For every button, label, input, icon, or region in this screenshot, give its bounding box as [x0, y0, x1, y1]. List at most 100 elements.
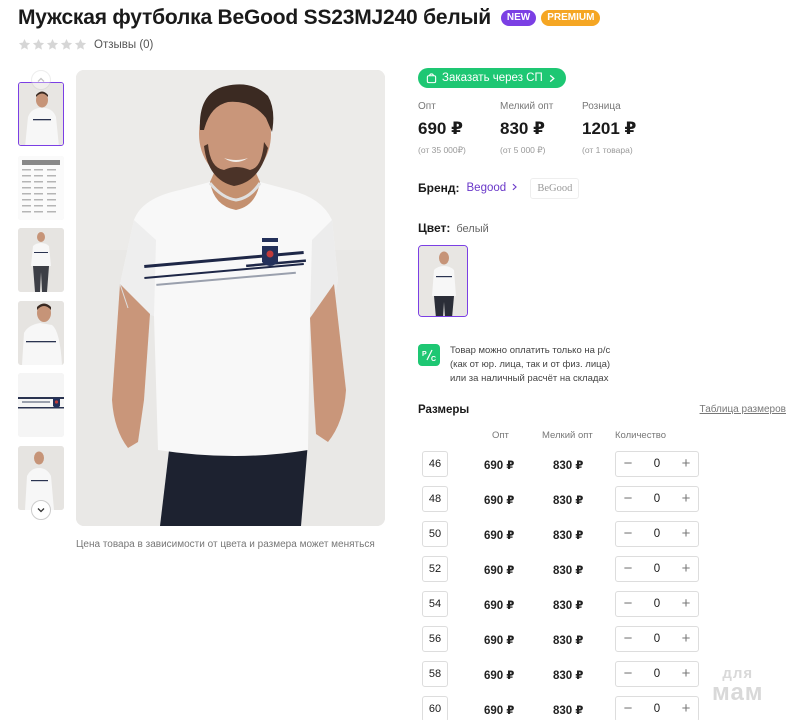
- invoice-payment-icon: РС: [418, 343, 440, 366]
- size-price-small-opt: 830 ₽: [553, 704, 584, 717]
- size-row: 54 690 ₽ 830 ₽ − 0 +: [418, 590, 788, 626]
- quantity-stepper: − 0 +: [615, 485, 699, 512]
- plus-icon[interactable]: +: [680, 631, 692, 646]
- thumbnail-3[interactable]: [18, 228, 64, 292]
- size-chart-thumb: [18, 156, 64, 220]
- watermark-line: мам: [712, 679, 764, 706]
- plus-icon[interactable]: +: [680, 491, 692, 506]
- color-swatch-photo: [419, 245, 467, 316]
- order-sp-button[interactable]: Заказать через СП: [418, 68, 566, 88]
- quantity-value[interactable]: 0: [654, 668, 660, 680]
- plus-icon[interactable]: +: [680, 526, 692, 541]
- size-price-opt: 690 ₽: [484, 529, 515, 542]
- star-icon: [18, 38, 31, 50]
- size-price-small-opt: 830 ₽: [553, 634, 584, 647]
- size-label: 48: [422, 485, 448, 512]
- quantity-stepper: − 0 +: [615, 695, 699, 720]
- plus-icon[interactable]: +: [680, 456, 692, 471]
- chevron-right-icon: [512, 183, 518, 191]
- quantity-value[interactable]: 0: [654, 493, 660, 505]
- star-icon: [74, 38, 87, 50]
- brand-name: Begood: [466, 182, 507, 194]
- size-row: 50 690 ₽ 830 ₽ − 0 +: [418, 520, 788, 556]
- color-swatch-white[interactable]: [418, 244, 468, 317]
- quantity-value[interactable]: 0: [654, 458, 660, 470]
- plus-icon[interactable]: +: [680, 701, 692, 716]
- size-row: 52 690 ₽ 830 ₽ − 0 +: [418, 555, 788, 591]
- quantity-stepper: − 0 +: [615, 660, 699, 687]
- model-photo-thumb: [19, 83, 63, 145]
- thumbnail-4[interactable]: [18, 301, 64, 365]
- size-price-small-opt: 830 ₽: [553, 564, 584, 577]
- plus-icon[interactable]: +: [680, 666, 692, 681]
- thumbs-up-button[interactable]: [31, 70, 51, 90]
- chevron-down-icon: [37, 508, 45, 513]
- minus-icon[interactable]: −: [622, 666, 634, 681]
- thumbs-down-button[interactable]: [31, 500, 51, 520]
- quantity-value[interactable]: 0: [654, 563, 660, 575]
- minus-icon[interactable]: −: [622, 596, 634, 611]
- minus-icon[interactable]: −: [622, 561, 634, 576]
- purchase-panel: Заказать через СП Опт 690 ₽ (от 35 000₽)…: [418, 68, 788, 720]
- color-label: Цвет:: [418, 220, 451, 235]
- plus-icon[interactable]: +: [680, 561, 692, 576]
- size-price-opt: 690 ₽: [484, 634, 515, 647]
- star-icon: [32, 38, 45, 50]
- bag-icon: [426, 72, 437, 83]
- size-price-small-opt: 830 ₽: [553, 599, 584, 612]
- col-head-qty: Количество: [615, 429, 667, 441]
- star-icon: [60, 38, 73, 50]
- premium-badge: PREMIUM: [541, 10, 601, 26]
- size-label: 60: [422, 695, 448, 720]
- reviews-link[interactable]: Отзывы (0): [94, 39, 153, 51]
- price-label: Мелкий опт: [500, 100, 554, 112]
- price-value: 690 ₽: [418, 118, 463, 138]
- size-price-opt: 690 ₽: [484, 564, 515, 577]
- payment-note: РС Товар можно оплатить только на р/с (к…: [418, 343, 788, 386]
- size-price-opt: 690 ₽: [484, 704, 515, 717]
- size-row: 56 690 ₽ 830 ₽ − 0 +: [418, 625, 788, 661]
- minus-icon[interactable]: −: [622, 491, 634, 506]
- size-row: 46 690 ₽ 830 ₽ − 0 +: [418, 450, 788, 486]
- quantity-stepper: − 0 +: [615, 590, 699, 617]
- thumbnail-1[interactable]: [18, 82, 64, 146]
- model-side-thumb: [18, 301, 64, 365]
- quantity-stepper: − 0 +: [615, 520, 699, 547]
- col-head-opt: Опт: [492, 429, 509, 441]
- size-price-opt: 690 ₽: [484, 669, 515, 682]
- svg-text:Р: Р: [422, 351, 427, 358]
- sizes-title: Размеры: [418, 403, 470, 416]
- size-table-link[interactable]: Таблица размеров: [700, 404, 786, 415]
- minus-icon[interactable]: −: [622, 456, 634, 471]
- product-title: Мужская футболка BeGood SS23MJ240 белый: [18, 6, 491, 29]
- price-small-opt: Мелкий опт 830 ₽ (от 5 000 ₽): [500, 101, 582, 156]
- color-value: белый: [456, 222, 489, 235]
- brand-label: Бренд:: [418, 181, 460, 195]
- size-price-small-opt: 830 ₽: [553, 669, 584, 682]
- size-price-opt: 690 ₽: [484, 494, 515, 507]
- quantity-value[interactable]: 0: [654, 633, 660, 645]
- size-price-small-opt: 830 ₽: [553, 494, 584, 507]
- thumbnail-5[interactable]: [18, 373, 64, 437]
- svg-text:С: С: [431, 356, 436, 363]
- minus-icon[interactable]: −: [622, 701, 634, 716]
- plus-icon[interactable]: +: [680, 596, 692, 611]
- main-product-photo[interactable]: [76, 70, 385, 526]
- quantity-value[interactable]: 0: [654, 598, 660, 610]
- print-detail-thumb: [18, 373, 64, 437]
- brand-link[interactable]: Begood: [467, 182, 519, 194]
- quantity-value[interactable]: 0: [654, 528, 660, 540]
- chevron-right-icon: [549, 74, 555, 82]
- model-fullbody-thumb: [18, 228, 64, 292]
- price-min-order: (от 5 000 ₽): [500, 144, 546, 155]
- quantity-value[interactable]: 0: [654, 703, 660, 715]
- watermark-logo: для мам: [712, 666, 764, 705]
- thumbnail-2[interactable]: [18, 156, 64, 220]
- payment-note-line: или за наличный расчёт на складах: [450, 372, 609, 384]
- size-price-opt: 690 ₽: [484, 599, 515, 612]
- new-badge: NEW: [500, 10, 537, 26]
- minus-icon[interactable]: −: [622, 631, 634, 646]
- minus-icon[interactable]: −: [622, 526, 634, 541]
- brand-logo[interactable]: BeGood: [530, 177, 580, 199]
- brand-row: Бренд: Begood BeGood: [418, 177, 788, 199]
